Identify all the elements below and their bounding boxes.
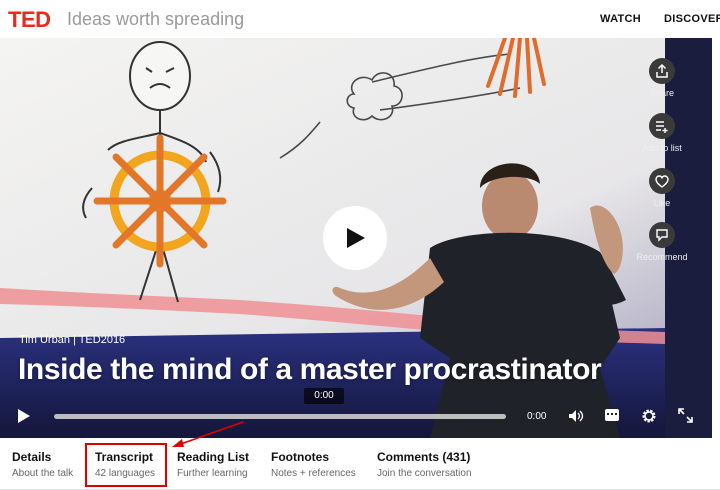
fullscreen-icon[interactable] — [678, 408, 693, 423]
hover-time-tooltip: 0:00 — [304, 388, 344, 404]
ship-wheel-drawing — [93, 134, 227, 268]
add-to-list-action[interactable]: Add to list — [626, 113, 698, 153]
share-icon — [649, 58, 675, 84]
play-icon — [347, 228, 365, 248]
share-label: Share — [649, 88, 675, 98]
speaker-event-label[interactable]: Tim Urban | TED2016 — [19, 334, 125, 346]
tab-comments-subtitle: Join the conversation — [377, 468, 472, 479]
tab-details-title: Details — [12, 450, 52, 464]
share-action[interactable]: Share — [626, 58, 698, 98]
video-player[interactable]: Tim Urban | TED2016 Inside the mind of a… — [0, 38, 712, 438]
tab-comments[interactable]: Comments (431) Join the conversation — [377, 450, 472, 479]
like-action[interactable]: Like — [626, 168, 698, 208]
settings-gear-icon[interactable] — [641, 408, 657, 424]
big-play-button[interactable] — [323, 206, 387, 270]
recommend-label: Recommend — [636, 252, 688, 262]
tab-footnotes[interactable]: Footnotes Notes + references — [271, 450, 356, 479]
add-to-list-label: Add to list — [642, 143, 682, 153]
recommend-icon — [649, 222, 675, 248]
tab-details-subtitle: About the talk — [12, 468, 74, 479]
transcript-highlight-box — [85, 443, 167, 487]
nav-discover[interactable]: DISCOVER — [664, 13, 720, 25]
subtitles-icon[interactable] — [604, 408, 620, 422]
tab-footnotes-subtitle: Notes + references — [271, 468, 356, 479]
site-tagline: Ideas worth spreading — [67, 9, 245, 29]
tab-footnotes-title: Footnotes — [271, 450, 329, 464]
tab-reading-list-subtitle: Further learning — [177, 468, 248, 479]
heart-icon — [649, 168, 675, 194]
add-to-list-icon — [649, 113, 675, 139]
play-pause-button[interactable] — [17, 408, 31, 424]
progress-bar[interactable] — [54, 414, 506, 419]
current-time: 0:00 — [527, 411, 547, 422]
tab-reading-list-title: Reading List — [177, 450, 250, 464]
talk-title: Inside the mind of a master procrastinat… — [18, 353, 602, 386]
like-label: Like — [653, 198, 671, 208]
recommend-action[interactable]: Recommend — [626, 222, 698, 262]
nav-watch[interactable]: WATCH — [600, 13, 641, 25]
ted-logo[interactable]: TED — [8, 7, 51, 33]
site-header: TED Ideas worth spreading WATCH DISCOVER — [0, 0, 720, 38]
volume-icon[interactable] — [568, 409, 584, 423]
tab-reading-list[interactable]: Reading List Further learning — [177, 450, 249, 479]
tab-comments-title: Comments (431) — [377, 450, 471, 464]
tab-details[interactable]: Details About the talk — [12, 450, 73, 479]
